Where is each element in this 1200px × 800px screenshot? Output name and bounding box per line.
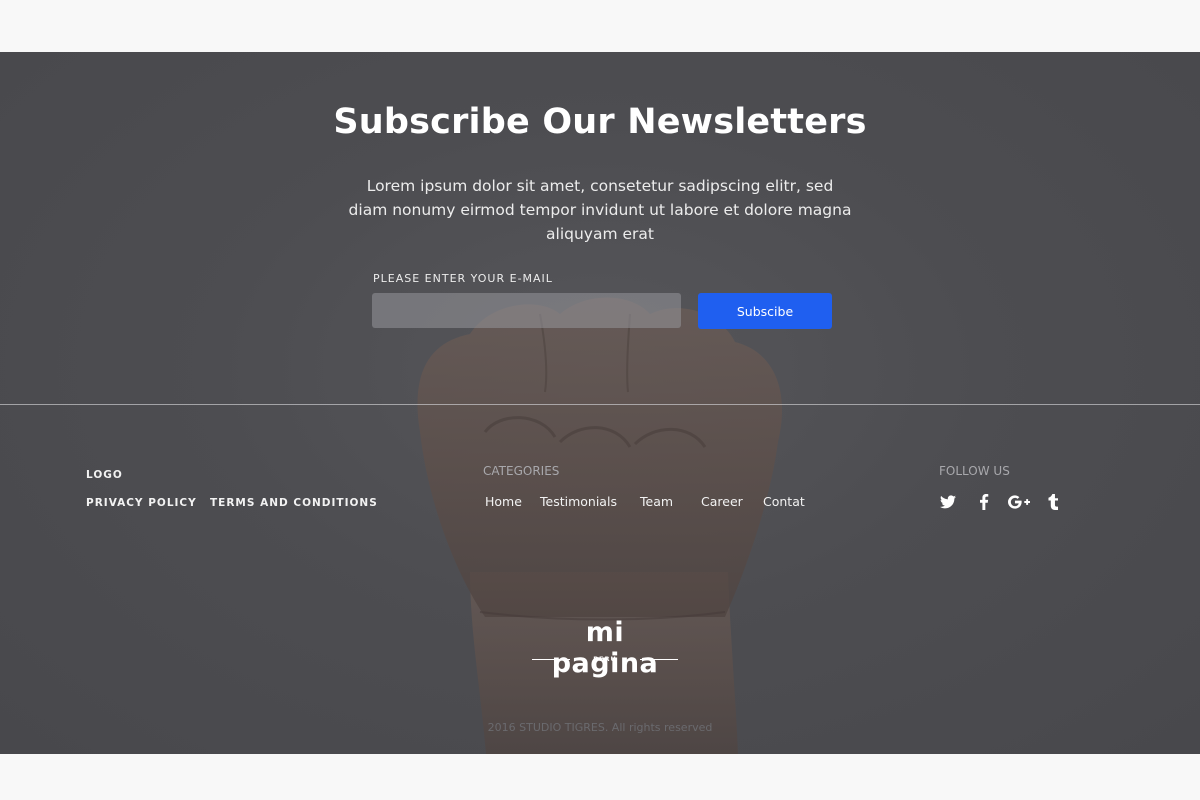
category-link-team[interactable]: Team bbox=[640, 494, 673, 509]
email-input[interactable] bbox=[372, 293, 681, 328]
copyright-text: 2016 STUDIO TIGRES. All rights reserved bbox=[487, 721, 713, 734]
category-link-home[interactable]: Home bbox=[485, 494, 522, 509]
twitter-icon[interactable] bbox=[938, 492, 958, 512]
footer-logo[interactable]: LOGO bbox=[86, 469, 123, 481]
facebook-icon[interactable] bbox=[974, 492, 994, 512]
category-link-career[interactable]: Career bbox=[701, 494, 743, 509]
privacy-policy-link[interactable]: PRIVACY POLICY bbox=[86, 497, 197, 509]
newsletter-footer-section: Subscribe Our Newsletters Lorem ipsum do… bbox=[0, 52, 1200, 754]
brand-logo[interactable]: mi pagina PERU bbox=[530, 617, 680, 679]
categories-title: CATEGORIES bbox=[483, 464, 560, 478]
brand-line-right bbox=[640, 659, 678, 660]
category-link-testimonials[interactable]: Testimonials bbox=[540, 494, 617, 509]
section-divider bbox=[0, 404, 1200, 405]
brand-name: mi pagina bbox=[551, 617, 659, 679]
terms-and-conditions-link[interactable]: TERMS AND CONDITIONS bbox=[210, 497, 378, 509]
category-link-contat[interactable]: Contat bbox=[763, 494, 805, 509]
follow-us-title: FOLLOW US bbox=[939, 464, 1010, 478]
newsletter-title: Subscribe Our Newsletters bbox=[333, 102, 867, 142]
email-label: PLEASE ENTER YOUR E-MAIL bbox=[373, 272, 553, 285]
subscribe-button[interactable]: Subscibe bbox=[698, 293, 832, 329]
google-plus-icon[interactable] bbox=[1007, 492, 1031, 512]
newsletter-description: Lorem ipsum dolor sit amet, consetetur s… bbox=[348, 177, 852, 243]
tumblr-icon[interactable] bbox=[1043, 492, 1063, 512]
